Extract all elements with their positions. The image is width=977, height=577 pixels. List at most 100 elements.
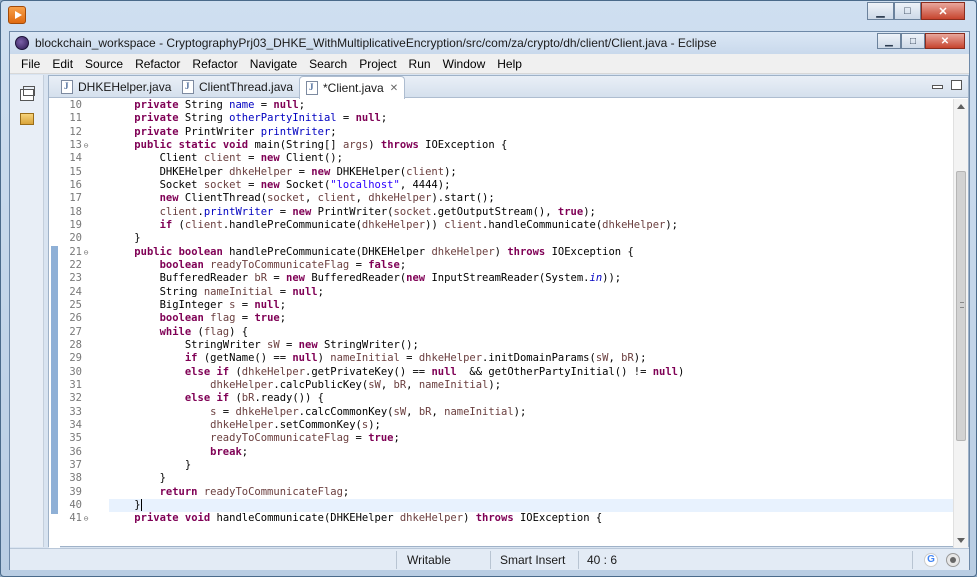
eclipse-logo-icon[interactable]: [15, 36, 29, 50]
eclipse-window: blockchain_workspace - CryptographyPrj03…: [9, 31, 970, 570]
code-line[interactable]: boolean flag = true;: [109, 312, 954, 325]
recorder-app-icon[interactable]: [8, 6, 26, 24]
code-line[interactable]: return readyToCommunicateFlag;: [109, 486, 954, 499]
fold-toggle-icon[interactable]: ⊖: [82, 139, 90, 152]
line-number: 24: [69, 285, 82, 298]
scroll-down-icon[interactable]: [957, 538, 965, 543]
code-line[interactable]: private PrintWriter printWriter;: [109, 126, 954, 139]
tab-client[interactable]: *Client.java ✕: [299, 76, 406, 99]
line-number: 34: [69, 418, 82, 431]
code-line[interactable]: else if (bR.ready()) {: [109, 392, 954, 405]
code-line[interactable]: BufferedReader bR = new BufferedReader(n…: [109, 272, 954, 285]
line-number: 32: [69, 392, 82, 405]
code-line[interactable]: dhkeHelper.calcPublicKey(sW, bR, nameIni…: [109, 379, 954, 392]
code-line[interactable]: Socket socket = new Socket("localhost", …: [109, 179, 954, 192]
line-number: 38: [69, 472, 82, 485]
menu-run-8[interactable]: Run: [403, 57, 437, 71]
menu-edit-1[interactable]: Edit: [46, 57, 79, 71]
code-line[interactable]: }: [109, 472, 954, 485]
code-line[interactable]: BigInteger s = null;: [109, 299, 954, 312]
status-cursor-position: 40 : 6: [587, 553, 618, 567]
line-number: 13 ⊖: [69, 138, 90, 152]
code-line[interactable]: readyToCommunicateFlag = true;: [109, 432, 954, 445]
line-number: 27: [69, 325, 82, 338]
line-number: 18: [69, 205, 82, 218]
line-number: 36: [69, 445, 82, 458]
code-line[interactable]: String nameInitial = null;: [109, 286, 954, 299]
java-file-icon: [182, 80, 194, 94]
code-line[interactable]: Client client = new Client();: [109, 152, 954, 165]
menu-help-10[interactable]: Help: [491, 57, 528, 71]
package-explorer-icon[interactable]: [20, 113, 34, 125]
line-number: 22: [69, 258, 82, 271]
vertical-scrollbar[interactable]: [953, 99, 968, 548]
code-line[interactable]: if (getName() == null) nameInitial = dhk…: [109, 352, 954, 365]
scroll-thumb[interactable]: [956, 171, 966, 441]
code-line[interactable]: dhkeHelper.setCommonKey(s);: [109, 419, 954, 432]
line-number: 29: [69, 352, 82, 365]
code-line[interactable]: DHKEHelper dhkeHelper = new DHKEHelper(c…: [109, 166, 954, 179]
line-number: 25: [69, 298, 82, 311]
eclipse-minimize-button[interactable]: ▁: [877, 33, 901, 49]
tab-dhkehelper[interactable]: DHKEHelper.java: [55, 76, 177, 98]
code-line[interactable]: }: [109, 498, 954, 513]
line-number: 20: [69, 232, 82, 245]
maximize-button[interactable]: □: [894, 2, 921, 20]
progress-icon[interactable]: [946, 553, 960, 567]
line-number: 17: [69, 192, 82, 205]
line-number: 39: [69, 485, 82, 498]
menu-navigate-5[interactable]: Navigate: [244, 57, 303, 71]
menu-refactor-4[interactable]: Refactor: [186, 57, 243, 71]
close-tab-icon[interactable]: ✕: [390, 83, 398, 94]
restore-icon[interactable]: [20, 86, 35, 101]
menu-project-7[interactable]: Project: [353, 57, 402, 71]
code-line[interactable]: client.printWriter = new PrintWriter(soc…: [109, 206, 954, 219]
menu-file-0[interactable]: File: [15, 57, 46, 71]
fold-toggle-icon[interactable]: ⊖: [82, 246, 90, 259]
maximize-view-icon[interactable]: [951, 80, 962, 90]
menu-source-2[interactable]: Source: [79, 57, 129, 71]
google-icon[interactable]: G: [924, 553, 938, 567]
java-file-icon: [61, 80, 73, 94]
code-line[interactable]: }: [109, 459, 954, 472]
scroll-up-icon[interactable]: [957, 104, 965, 109]
code-line[interactable]: private String name = null;: [109, 99, 954, 112]
code-line[interactable]: break;: [109, 446, 954, 459]
eclipse-maximize-button[interactable]: □: [901, 33, 925, 49]
code-line[interactable]: while (flag) {: [109, 326, 954, 339]
eclipse-close-button[interactable]: ✕: [925, 33, 965, 49]
code-line[interactable]: boolean readyToCommunicateFlag = false;: [109, 259, 954, 272]
close-button[interactable]: ✕: [921, 2, 965, 20]
tab-label: ClientThread.java: [199, 80, 294, 94]
menu-window-9[interactable]: Window: [437, 57, 492, 71]
line-number: 37: [69, 458, 82, 471]
code-editor[interactable]: 10 11 12 13 ⊖ 14 15 16 17 18 19 20 21 ⊖ 22 23 24 25 26 27 28…: [49, 99, 954, 548]
menu-refactor-3[interactable]: Refactor: [129, 57, 186, 71]
tab-clientthread[interactable]: ClientThread.java: [176, 76, 299, 98]
minimize-view-icon[interactable]: [932, 85, 943, 89]
code-line[interactable]: s = dhkeHelper.calcCommonKey(sW, bR, nam…: [109, 406, 954, 419]
code-line[interactable]: private String otherPartyInitial = null;: [109, 112, 954, 125]
line-number: 11: [69, 112, 82, 125]
line-number: 19: [69, 218, 82, 231]
code-line[interactable]: public boolean handlePreCommunicate(DHKE…: [109, 246, 954, 259]
change-bar: [51, 246, 58, 514]
line-number: 10: [69, 99, 82, 111]
line-number: 15: [69, 165, 82, 178]
text-cursor: [140, 498, 142, 511]
line-number: 33: [69, 405, 82, 418]
code-line[interactable]: private void handleCommunicate(DHKEHelpe…: [109, 512, 954, 525]
code-text[interactable]: private String name = null; private Stri…: [109, 99, 954, 526]
line-number: 40: [69, 498, 82, 511]
code-line[interactable]: public static void main(String[] args) t…: [109, 139, 954, 152]
menu-search-6[interactable]: Search: [303, 57, 353, 71]
fold-toggle-icon[interactable]: ⊖: [82, 512, 90, 525]
code-line[interactable]: if (client.handlePreCommunicate(dhkeHelp…: [109, 219, 954, 232]
code-line[interactable]: }: [109, 232, 954, 245]
code-line[interactable]: else if (dhkeHelper.getPrivateKey() == n…: [109, 366, 954, 379]
code-line[interactable]: new ClientThread(socket, client, dhkeHel…: [109, 192, 954, 205]
editor-tab-bar: DHKEHelper.java ClientThread.java *Clien…: [49, 76, 968, 99]
status-insert-mode: Smart Insert: [500, 553, 566, 567]
code-line[interactable]: StringWriter sW = new StringWriter();: [109, 339, 954, 352]
minimize-button[interactable]: ▁: [867, 2, 894, 20]
